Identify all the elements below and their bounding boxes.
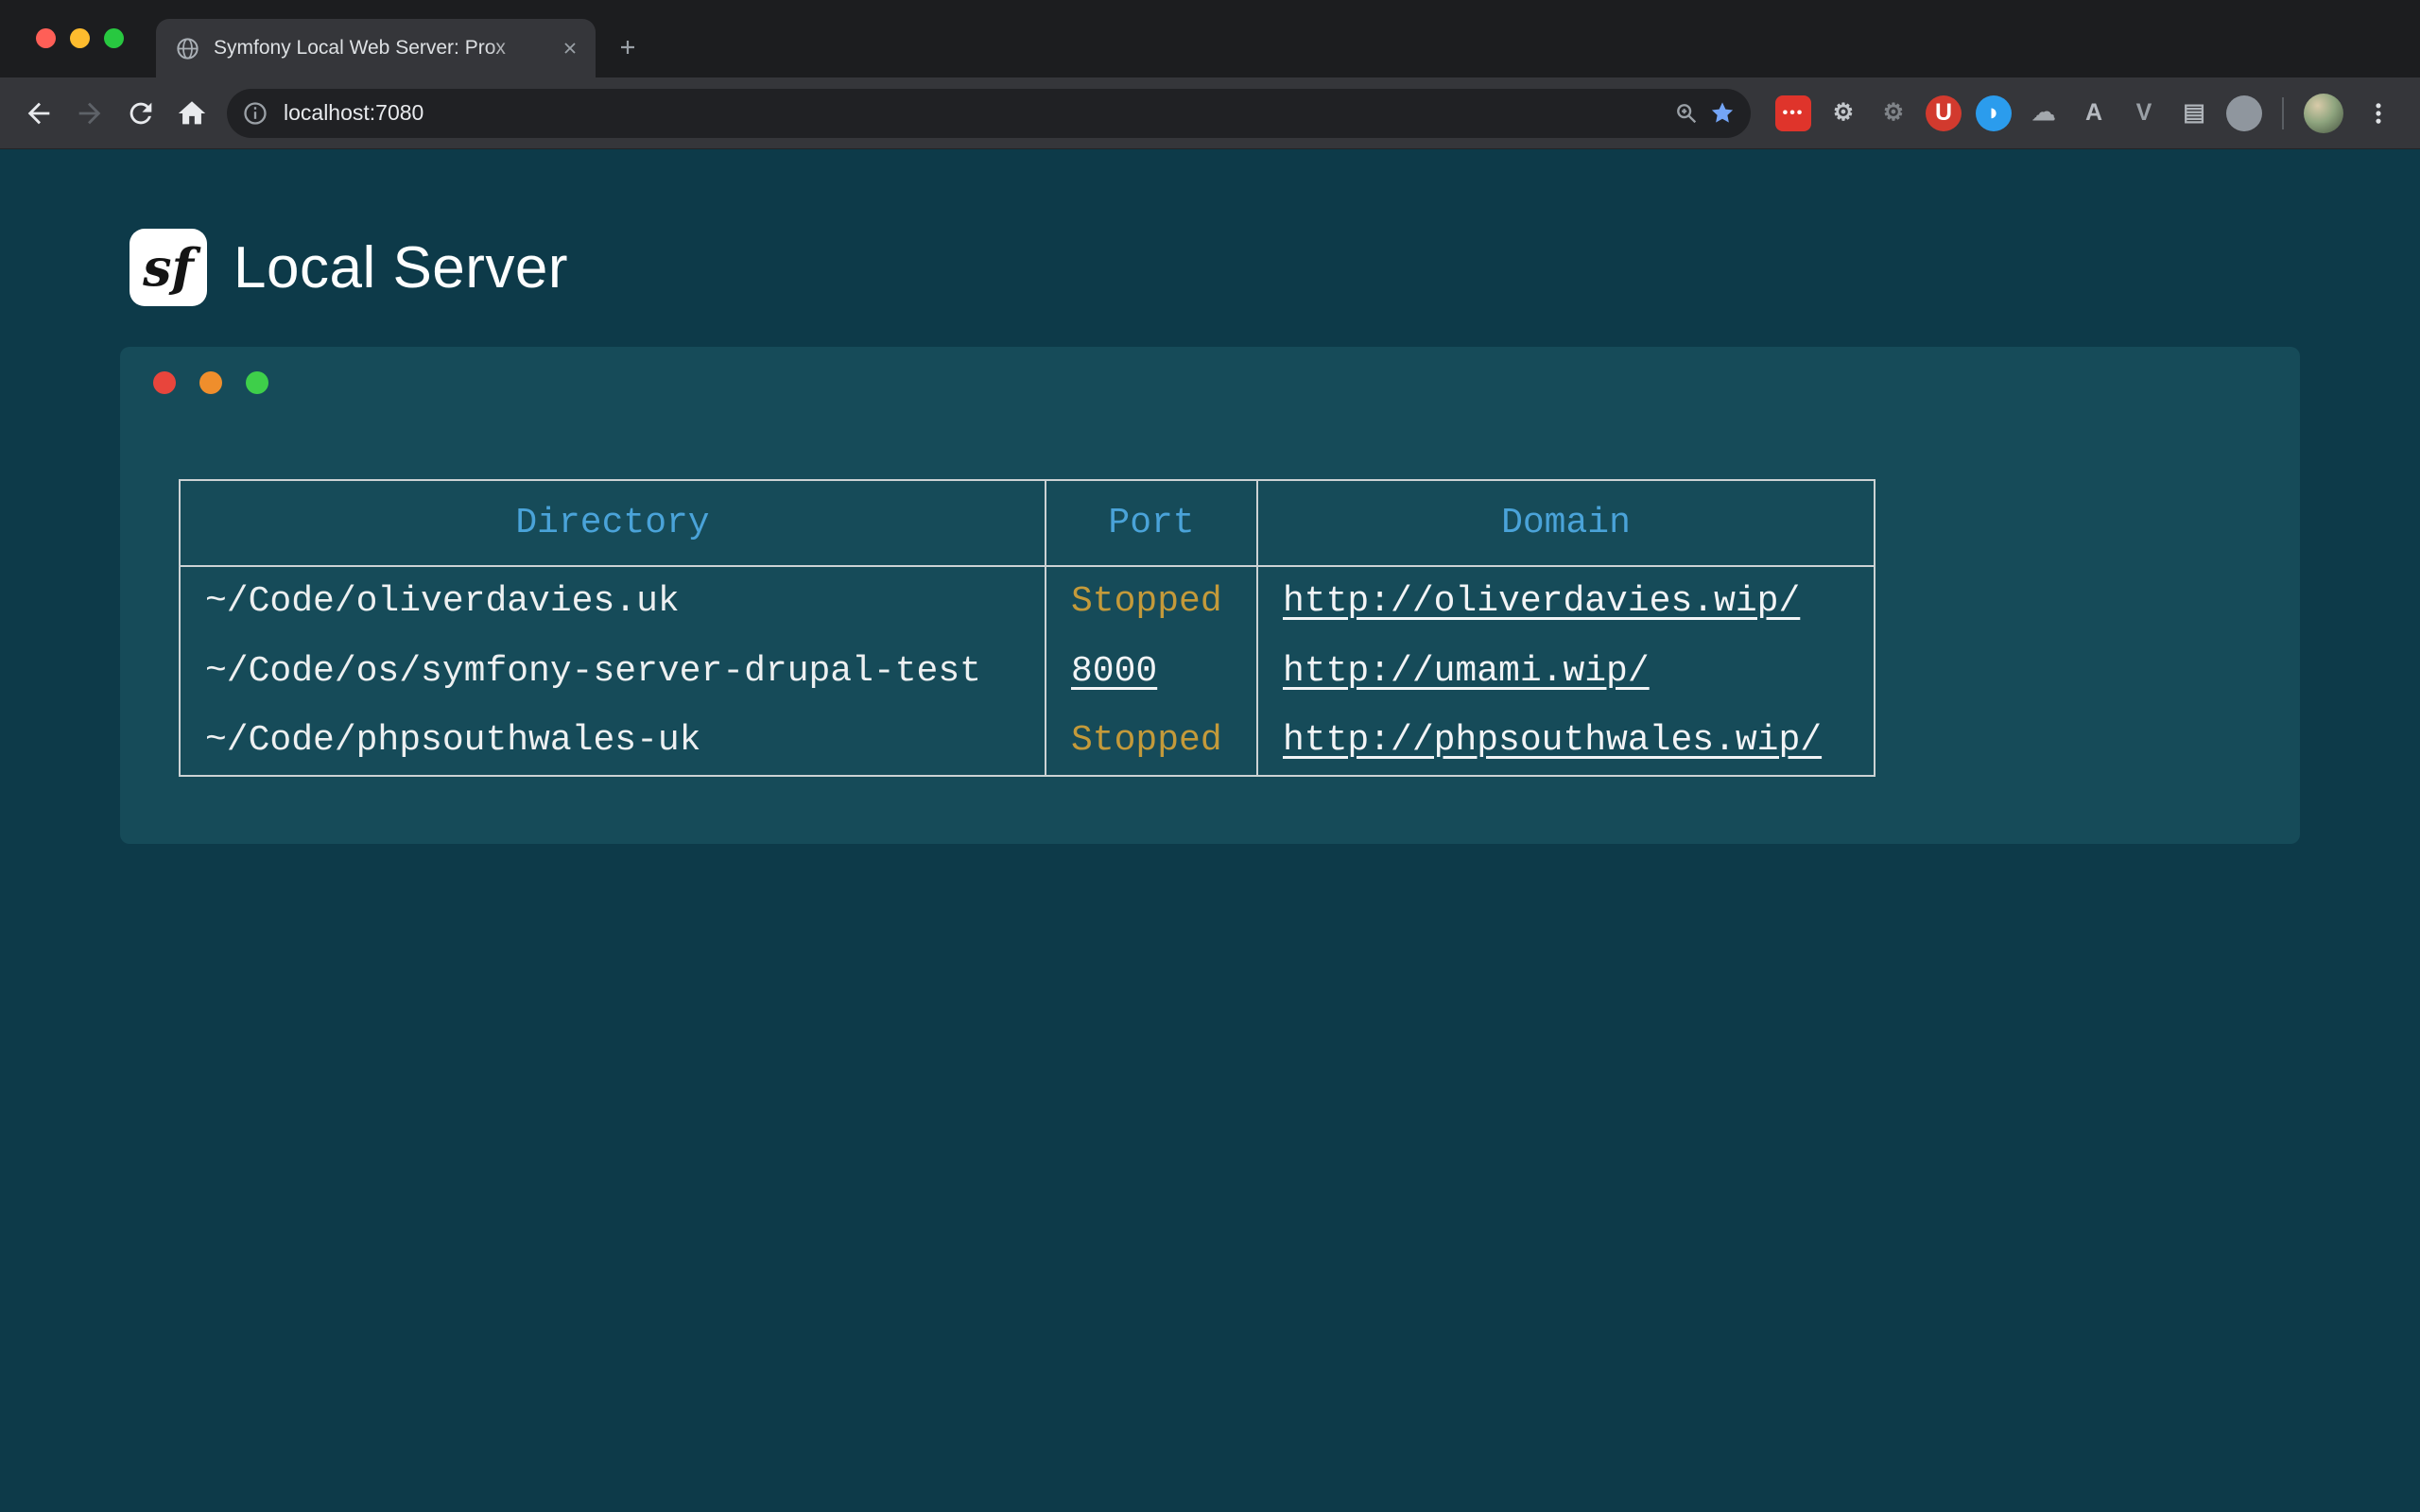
domain-cell: http://umami.wip/ [1257,636,1875,706]
extension-red-dots-icon[interactable]: ••• [1775,95,1811,131]
extension-cloud-icon[interactable]: ☁ [2026,95,2062,131]
server-row: ~/Code/os/symfony-server-drupal-test 8000… [180,636,1875,706]
port-cell: 8000 [1046,636,1257,706]
profile-avatar[interactable] [2304,94,2343,133]
browser-menu-icon[interactable] [2358,93,2399,134]
extension-letter-v-icon[interactable]: V [2126,95,2162,131]
extension-letter-a-icon[interactable]: A [2076,95,2112,131]
window-minimize-button[interactable] [70,28,90,48]
server-table: Directory Port Domain ~/Code/oliverdavie… [179,479,1876,777]
tab-close-icon[interactable] [558,36,582,60]
page-header: sf Local Server [0,149,2420,306]
extension-grid-icon[interactable]: ▤ [2176,95,2212,131]
extension-github-icon[interactable] [2226,95,2262,131]
domain-cell: http://phpsouthwales.wip/ [1257,706,1875,776]
table-header-row: Directory Port Domain [180,480,1875,566]
tab-strip: Symfony Local Web Server: Prox [0,0,2420,77]
window-controls [36,28,124,48]
directory-cell: ~/Code/oliverdavies.uk [180,566,1046,636]
server-panel: Directory Port Domain ~/Code/oliverdavie… [120,347,2300,844]
header-domain: Domain [1257,480,1875,566]
symfony-logo: sf [130,229,207,306]
header-port: Port [1046,480,1257,566]
new-tab-button[interactable] [609,28,647,66]
window-close-button[interactable] [36,28,56,48]
port-cell: Stopped [1046,706,1257,776]
page-content: sf Local Server Directory Port Domain [0,149,2420,1512]
domain-link[interactable]: http://umami.wip/ [1283,651,1650,692]
page-title: Local Server [233,234,568,301]
extensions-area: ••• ⚙ ⚙ U ◗ ☁ AV ▤ [1775,95,2262,131]
bookmark-star-icon[interactable] [1709,100,1736,127]
server-row: ~/Code/phpsouthwales-ukStopped http://php… [180,706,1875,776]
toolbar-separator [2282,97,2284,129]
toolbar-right-area: ••• ⚙ ⚙ U ◗ ☁ AV ▤ [1760,93,2407,134]
extension-gear-dark-icon[interactable]: ⚙ [1876,95,1911,131]
domain-link[interactable]: http://oliverdavies.wip/ [1283,581,1800,622]
symfony-logo-text: sf [143,237,194,298]
tab-favicon-globe-icon [175,36,200,61]
domain-cell: http://oliverdavies.wip/ [1257,566,1875,636]
header-directory: Directory [180,480,1046,566]
browser-toolbar: localhost:7080 ••• ⚙ ⚙ U ◗ ☁ AV ▤ [0,77,2420,149]
zoom-icon[interactable] [1673,100,1700,127]
forward-button[interactable] [64,88,115,139]
panel-dot-green [246,371,268,394]
reload-button[interactable] [115,88,166,139]
extension-blue-app-icon[interactable]: ◗ [1976,95,2012,131]
domain-link[interactable]: http://phpsouthwales.wip/ [1283,720,1822,761]
directory-cell: ~/Code/phpsouthwales-uk [180,706,1046,776]
directory-cell: ~/Code/os/symfony-server-drupal-test [180,636,1046,706]
url-text: localhost:7080 [284,100,1658,126]
panel-dot-red [153,371,176,394]
back-button[interactable] [13,88,64,139]
tab-title: Symfony Local Web Server: Prox [214,37,544,60]
port-link[interactable]: 8000 [1071,651,1157,692]
extension-gear-light-icon[interactable]: ⚙ [1825,95,1861,131]
home-button[interactable] [166,88,217,139]
extension-ublock-icon[interactable]: U [1926,95,1962,131]
browser-tab[interactable]: Symfony Local Web Server: Prox [156,19,596,77]
site-info-icon[interactable] [242,100,268,127]
server-row: ~/Code/oliverdavies.ukStopped http://oliv… [180,566,1875,636]
panel-window-dots [153,371,268,394]
server-table-body: ~/Code/oliverdavies.ukStopped http://oliv… [180,566,1875,776]
omnibox-actions [1673,100,1736,127]
window-zoom-button[interactable] [104,28,124,48]
browser-window: Symfony Local Web Server: Prox [0,0,2420,1512]
port-cell: Stopped [1046,566,1257,636]
panel-dot-orange [199,371,222,394]
address-bar[interactable]: localhost:7080 [227,89,1751,138]
